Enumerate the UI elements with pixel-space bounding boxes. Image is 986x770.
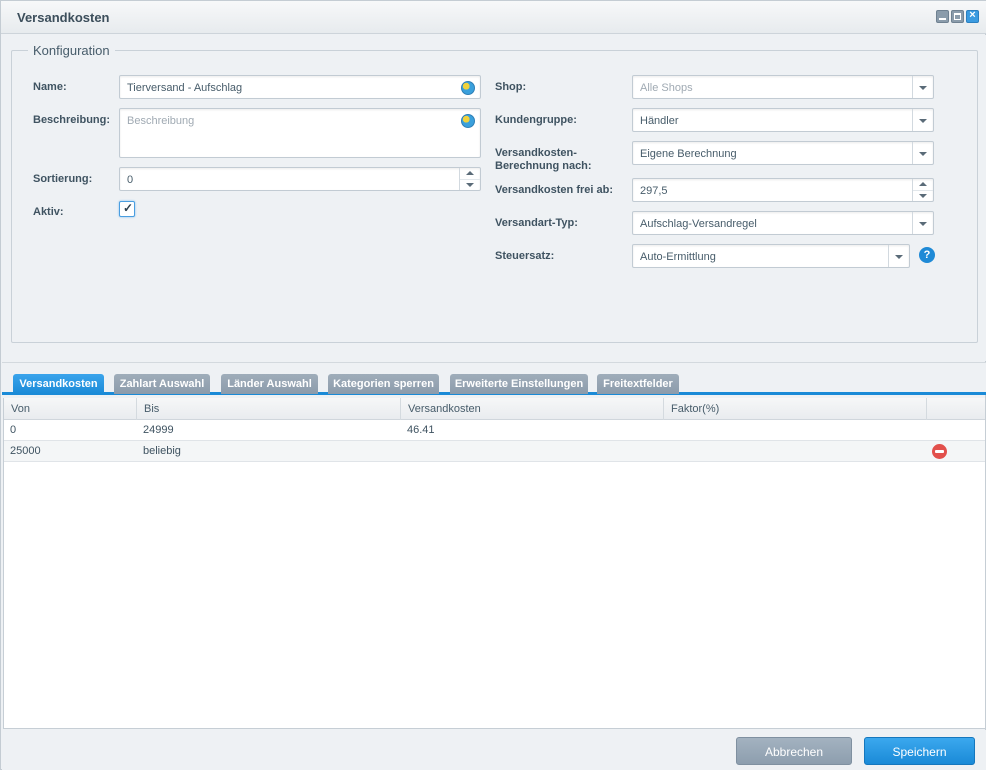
tab-freitextfelder[interactable]: Freitextfelder: [597, 374, 679, 394]
shipping-type-label: Versandart-Typ:: [495, 217, 578, 229]
window-title: Versandkosten: [17, 10, 110, 25]
config-area: Konfiguration Name: Tierversand - Aufsch…: [2, 35, 986, 361]
customer-group-select[interactable]: Händler: [632, 108, 934, 132]
column-header-faktor[interactable]: Faktor(%): [664, 398, 927, 420]
cancel-button[interactable]: Abbrechen: [736, 737, 852, 765]
delete-row-icon[interactable]: [932, 444, 947, 459]
column-header-bis[interactable]: Bis: [137, 398, 401, 420]
spin-down-icon[interactable]: [466, 183, 474, 187]
calculation-label: Versandkosten- Berechnung nach:: [495, 147, 592, 173]
tab-bar: Versandkosten Zahlart Auswahl Länder Aus…: [2, 362, 986, 395]
column-header-versandkosten[interactable]: Versandkosten: [401, 398, 664, 420]
window-titlebar[interactable]: Versandkosten ×: [1, 1, 986, 34]
tab-kategorien-sperren[interactable]: Kategorien sperren: [328, 374, 439, 394]
cell-von[interactable]: 0: [4, 420, 16, 441]
table-row[interactable]: 0 24999 46.41: [4, 420, 985, 441]
tab-laender-auswahl[interactable]: Länder Auswahl: [221, 374, 318, 394]
customer-group-value: Händler: [640, 115, 679, 127]
column-header-actions: [927, 398, 985, 420]
description-label: Beschreibung:: [33, 114, 111, 126]
calculation-label-line1: Versandkosten-: [495, 147, 577, 159]
shipping-type-value: Aufschlag-Versandregel: [640, 218, 757, 230]
save-button[interactable]: Speichern: [864, 737, 975, 765]
minimize-icon[interactable]: [936, 10, 949, 23]
chevron-down-icon[interactable]: [912, 142, 933, 164]
spin-up-icon[interactable]: [466, 171, 474, 175]
translation-globe-icon[interactable]: [461, 114, 475, 128]
spin-up-icon[interactable]: [919, 182, 927, 186]
cell-versandkosten[interactable]: 46.41: [401, 420, 435, 441]
shop-placeholder: Alle Shops: [640, 82, 693, 94]
close-icon[interactable]: ×: [966, 9, 979, 23]
description-placeholder: Beschreibung: [127, 115, 195, 127]
chevron-down-icon[interactable]: [912, 212, 933, 234]
checkmark-icon: ✓: [123, 201, 134, 215]
free-from-number-field[interactable]: 297,5: [632, 178, 934, 202]
sort-number-field[interactable]: 0: [119, 167, 481, 191]
config-legend: Konfiguration: [33, 43, 110, 58]
help-icon[interactable]: ?: [919, 247, 935, 263]
name-value: Tierversand - Aufschlag: [127, 82, 243, 94]
dialog-footer: Abbrechen Speichern: [2, 730, 986, 770]
cell-faktor[interactable]: [664, 420, 670, 441]
tab-erweiterte-einstellungen[interactable]: Erweiterte Einstellungen: [450, 374, 588, 394]
tax-rate-label: Steuersatz:: [495, 250, 555, 262]
shipping-cost-grid: Von Bis Versandkosten Faktor(%) 0 24999 …: [3, 398, 986, 729]
customer-group-label: Kundengruppe:: [495, 114, 577, 126]
tax-rate-value: Auto-Ermittlung: [640, 251, 716, 263]
active-checkbox[interactable]: ✓: [119, 201, 135, 217]
sort-label: Sortierung:: [33, 173, 93, 185]
calculation-select[interactable]: Eigene Berechnung: [632, 141, 934, 165]
cell-bis[interactable]: beliebig: [137, 441, 181, 462]
tax-rate-select[interactable]: Auto-Ermittlung: [632, 244, 910, 268]
cell-bis[interactable]: 24999: [137, 420, 174, 441]
free-from-spinner[interactable]: [912, 179, 933, 201]
column-header-von[interactable]: Von: [4, 398, 137, 420]
tab-zahlart-auswahl[interactable]: Zahlart Auswahl: [114, 374, 210, 394]
free-from-value: 297,5: [640, 185, 668, 197]
tab-versandkosten[interactable]: Versandkosten: [13, 374, 104, 394]
active-label: Aktiv:: [33, 206, 64, 218]
translation-globe-icon[interactable]: [461, 81, 475, 95]
shipping-cost-window: Versandkosten × Konfiguration Name: Tier…: [0, 0, 986, 770]
description-textarea[interactable]: Beschreibung: [119, 108, 481, 158]
shipping-type-select[interactable]: Aufschlag-Versandregel: [632, 211, 934, 235]
free-from-label: Versandkosten frei ab:: [495, 184, 613, 196]
name-label: Name:: [33, 81, 67, 93]
chevron-down-icon[interactable]: [888, 245, 909, 267]
cell-von[interactable]: 25000: [4, 441, 41, 462]
maximize-icon[interactable]: [951, 10, 964, 23]
calculation-value: Eigene Berechnung: [640, 148, 737, 160]
chevron-down-icon[interactable]: [912, 109, 933, 131]
calculation-label-line2: Berechnung nach:: [495, 160, 592, 172]
shop-label: Shop:: [495, 81, 527, 93]
sort-spinner[interactable]: [459, 168, 480, 190]
shop-select[interactable]: Alle Shops: [632, 75, 934, 99]
cell-faktor[interactable]: [664, 441, 670, 462]
table-row[interactable]: 25000 beliebig: [4, 441, 985, 462]
grid-header: Von Bis Versandkosten Faktor(%): [4, 398, 985, 420]
spin-down-icon[interactable]: [919, 194, 927, 198]
name-input[interactable]: Tierversand - Aufschlag: [119, 75, 481, 99]
cell-versandkosten[interactable]: [401, 441, 407, 462]
sort-value: 0: [127, 174, 134, 186]
window-controls: ×: [936, 9, 979, 23]
chevron-down-icon[interactable]: [912, 76, 933, 98]
